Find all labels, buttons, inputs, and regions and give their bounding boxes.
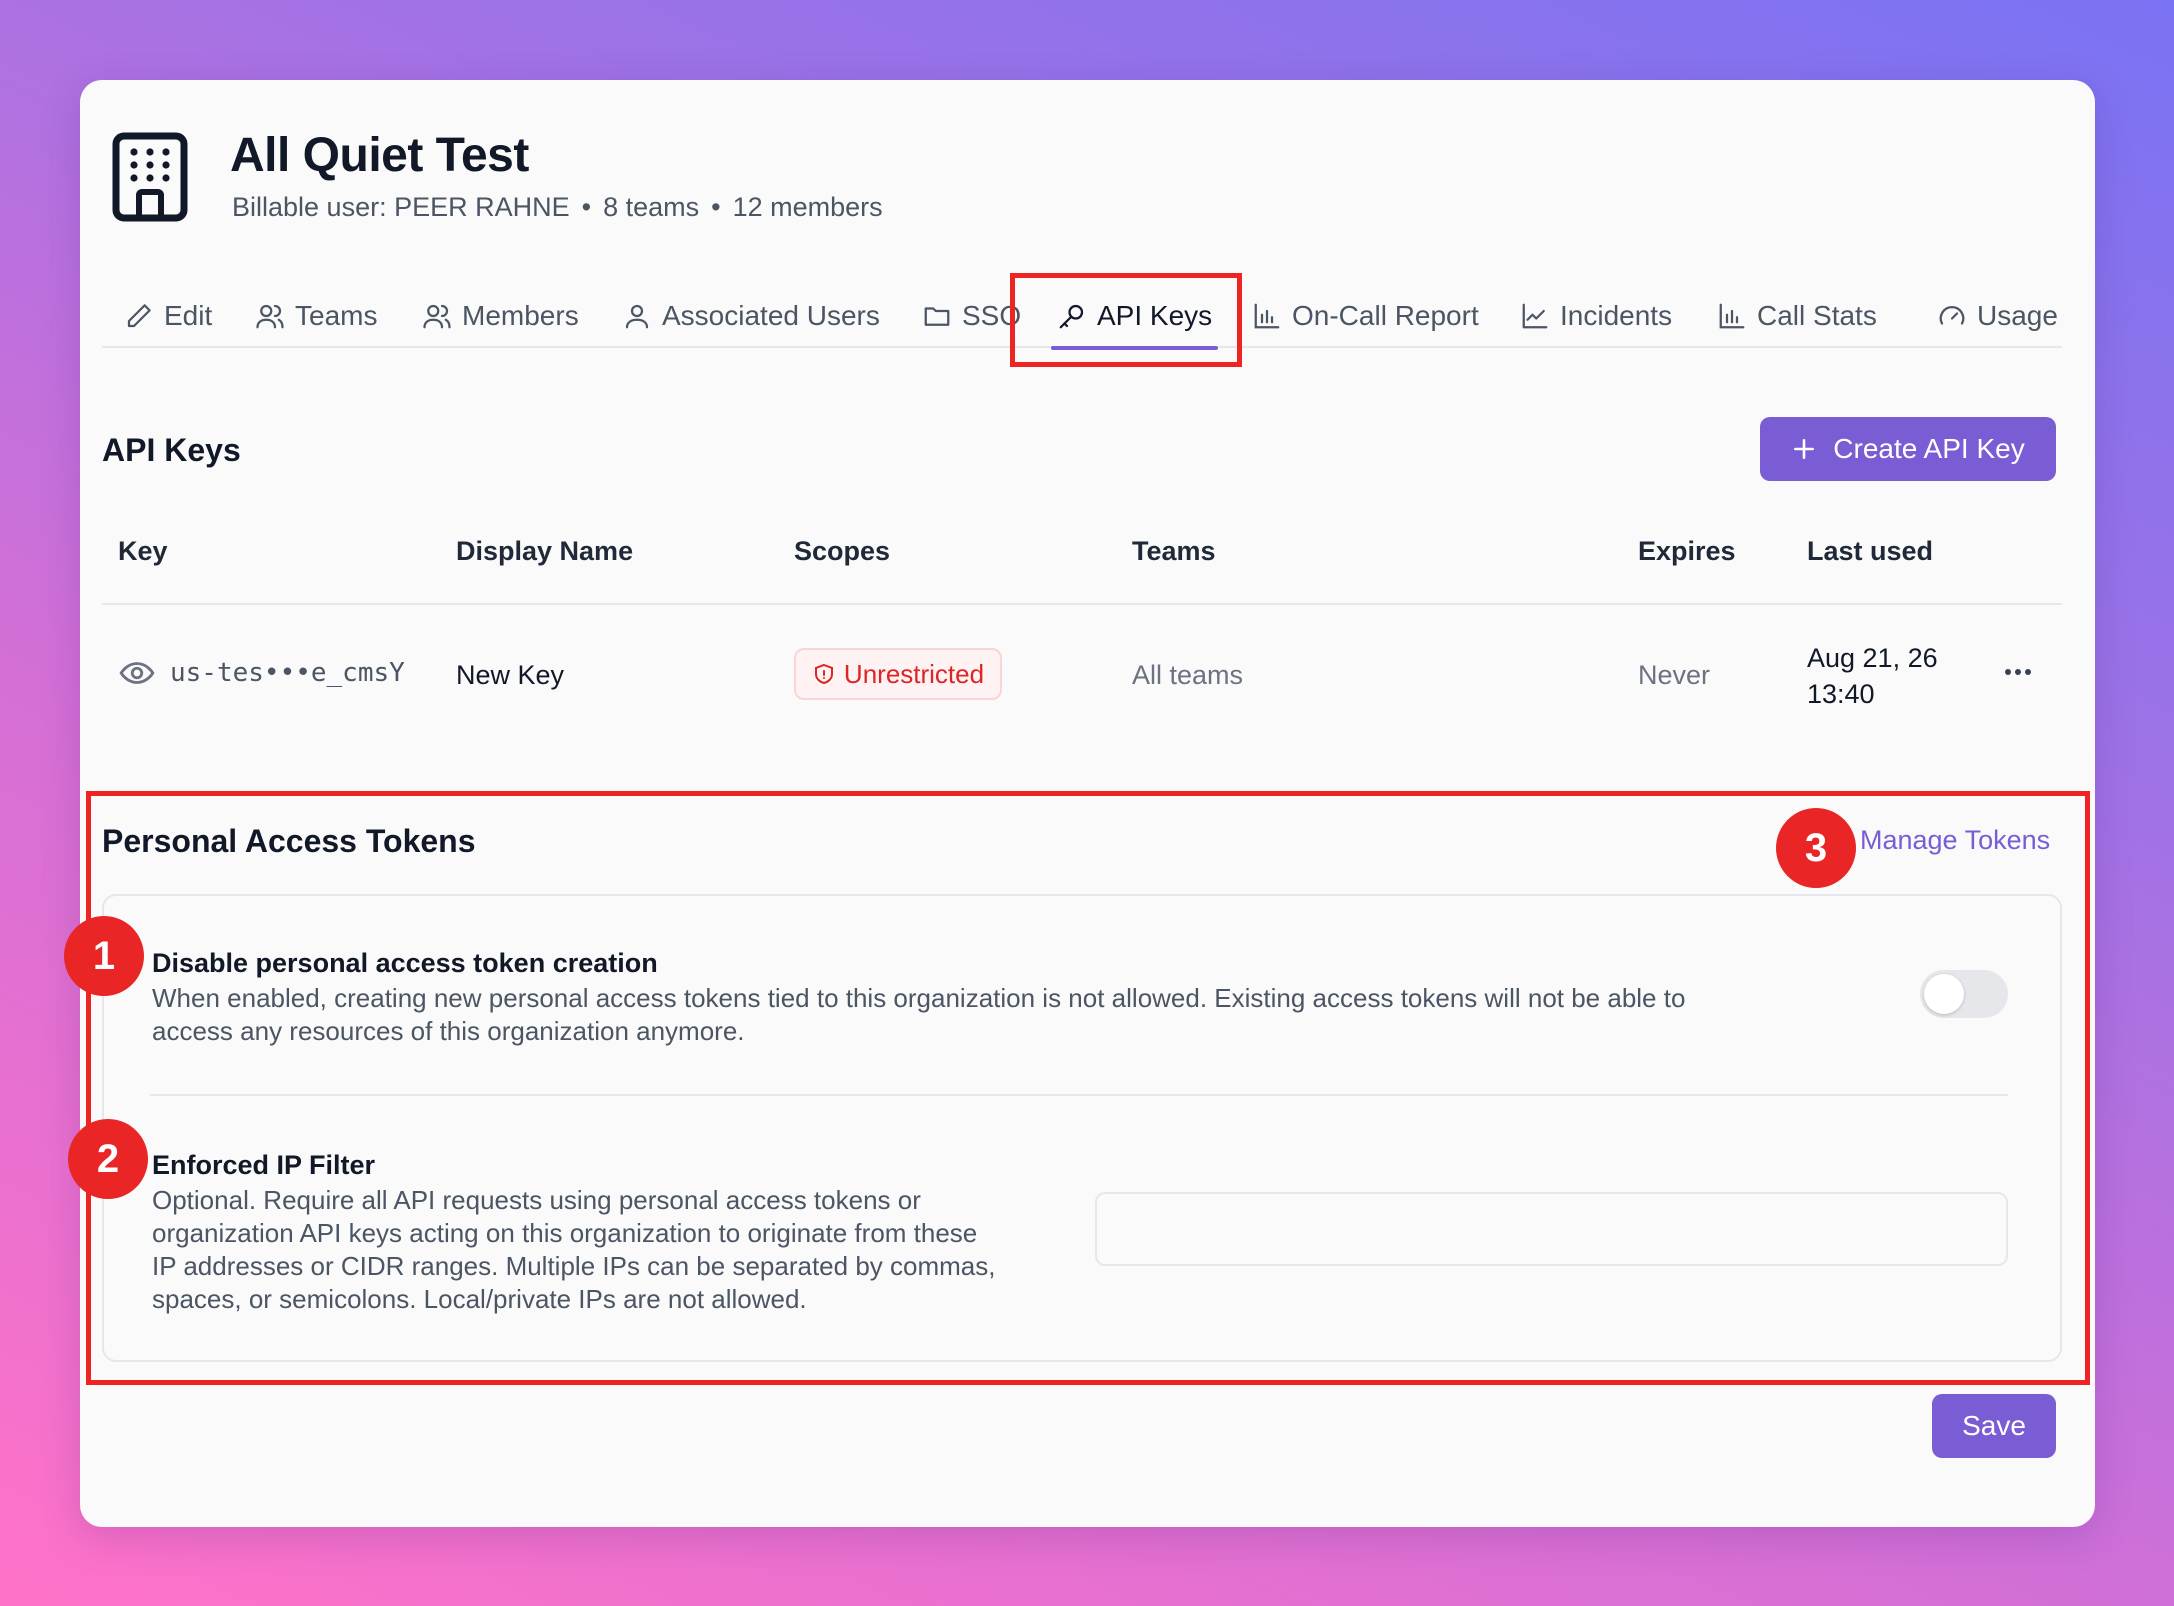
tab-call-stats[interactable]: Call Stats [1717,284,1877,348]
settings-divider [150,1094,2008,1096]
manage-tokens-link[interactable]: Manage Tokens [1860,825,2050,856]
tab-label: Teams [295,300,378,331]
tab-label: Associated Users [662,300,880,331]
disable-pat-description: When enabled, creating new personal acce… [152,982,1872,1048]
teams-count: 8 teams [603,192,700,222]
column-header-display-name: Display Name [456,536,634,566]
plus-icon [1794,439,1815,459]
disable-pat-title: Disable personal access token creation [152,948,658,978]
scope-badge: Unrestricted [794,648,1002,700]
column-header-expires: Expires [1638,536,1736,566]
tab-label: Edit [164,300,213,331]
members-count: 12 members [732,192,883,222]
billable-user: Billable user: PEER RAHNE [232,192,570,222]
save-button[interactable]: Save [1932,1394,2056,1458]
description-line: spaces, or semicolons. Local/private IPs… [152,1284,807,1314]
ip-filter-description: Optional. Require all API requests using… [152,1184,1072,1316]
annotation-badge-2: 2 [68,1119,148,1199]
api-keys-title: API Keys [102,432,241,468]
disable-pat-toggle[interactable] [1920,970,2008,1018]
line-chart-icon [1522,303,1548,329]
pencil-icon [127,304,151,328]
expires-cell: Never [1638,660,1711,690]
column-header-scopes: Scopes [794,536,891,566]
tab-incidents[interactable]: Incidents [1520,284,1672,348]
create-api-key-label: Create API Key [1833,433,2025,464]
ip-filter-input[interactable] [1095,1192,2008,1266]
last-used-time: 13:40 [1807,679,1875,709]
tab-label: On-Call Report [1292,300,1479,331]
column-header-last-used: Last used [1807,536,1934,566]
annotation-badge-3: 3 [1776,808,1856,888]
table-header-divider [102,603,2062,605]
gauge-icon [1939,306,1965,325]
tab-label: Call Stats [1757,300,1877,331]
description-line: Optional. Require all API requests using… [152,1185,921,1215]
org-meta: Billable user: PEER RAHNE • 8 teams • 12 mem… [232,192,883,223]
tab-label: API Keys [1097,300,1213,331]
tab-associated-users[interactable]: Associated Users [622,284,880,348]
tab-usage[interactable]: Usage [1937,284,2058,348]
separator-dot: • [711,192,721,222]
last-used-date: Aug 21, 26 [1807,643,1938,673]
annotation-badge-1: 1 [64,916,144,996]
key-cell: us-tes•••e_cmsY [118,654,405,692]
users-icon [423,304,451,329]
column-header-teams: Teams [1132,536,1216,566]
tab-edit[interactable]: Edit [124,284,212,348]
tab-bar: Edit Teams Members Associated Users SSO … [102,284,2062,350]
shield-icon [814,663,833,685]
org-name: All Quiet Test [230,129,529,182]
display-name-cell: New Key [456,660,565,690]
tab-on-call-report[interactable]: On-Call Report [1252,284,1479,348]
tab-label: Usage [1977,300,2058,331]
save-label: Save [1962,1410,2026,1441]
tab-label: Incidents [1560,300,1673,331]
user-icon [625,304,649,329]
description-line: organization API keys acting on this org… [152,1218,978,1248]
row-actions-menu[interactable] [1992,646,2044,698]
tab-sso[interactable]: SSO [922,284,1021,348]
folder-icon [924,307,950,326]
description-line: IP addresses or CIDR ranges. Multiple IP… [152,1251,996,1281]
tab-members[interactable]: Members [422,284,579,348]
ip-filter-title: Enforced IP Filter [152,1150,376,1180]
create-api-key-button[interactable]: Create API Key [1760,417,2056,481]
bar-chart-icon [1254,303,1280,329]
column-header-key: Key [118,536,168,566]
users-icon [256,304,284,329]
last-used-cell: Aug 21, 26 13:40 [1807,640,1938,712]
tab-label: SSO [962,300,1022,331]
description-line: When enabled, creating new personal acce… [152,983,1686,1013]
eye-icon[interactable] [118,654,156,692]
masked-key: us-tes•••e_cmsY [170,658,405,688]
tab-api-keys[interactable]: API Keys [1050,284,1219,350]
scope-label: Unrestricted [843,658,985,689]
description-line: access any resources of this organizatio… [152,1016,745,1046]
toggle-knob [1924,974,1964,1014]
key-icon [1059,304,1084,329]
tab-teams[interactable]: Teams [255,284,377,348]
org-settings-card: All Quiet Test Billable user: PEER RAHNE… [64,80,2095,1527]
teams-cell: All teams [1132,660,1244,690]
separator-dot: • [581,192,592,222]
pat-title: Personal Access Tokens [102,823,476,859]
tab-label: Members [462,300,579,331]
building-icon [112,132,188,222]
bar-chart-icon [1719,303,1745,329]
